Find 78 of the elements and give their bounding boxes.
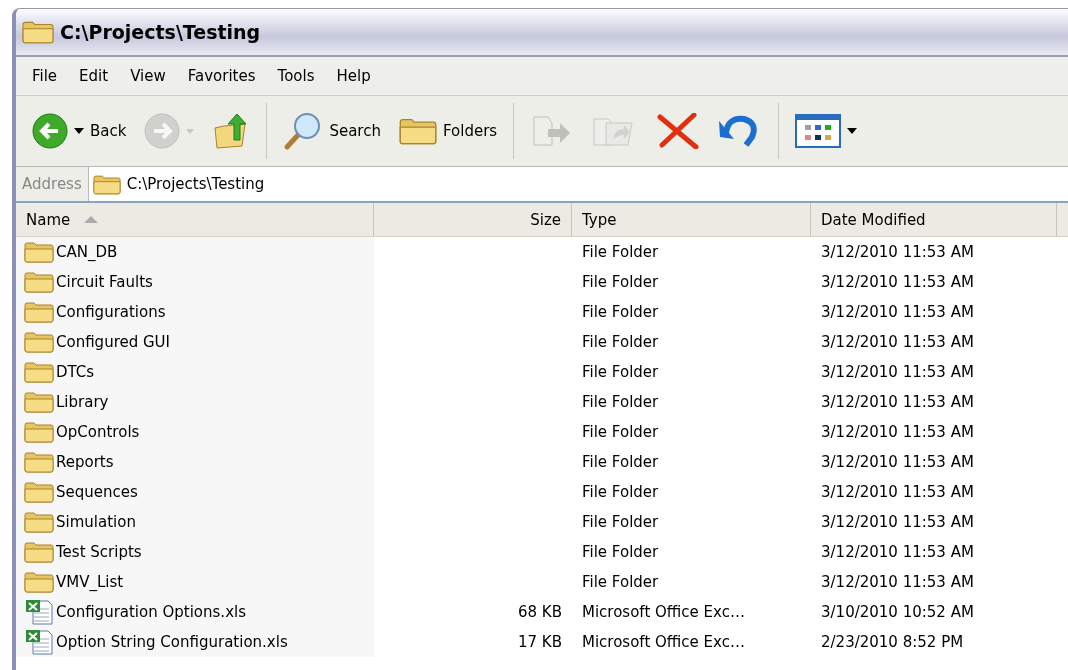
file-type: File Folder [582, 363, 659, 381]
folder-icon [24, 541, 54, 563]
file-name[interactable]: DTCs [56, 363, 95, 381]
folder-icon [92, 173, 121, 195]
file-type: File Folder [582, 573, 659, 591]
column-header[interactable]: Name [16, 203, 374, 236]
file-type: File Folder [582, 303, 659, 321]
folder-icon [24, 301, 54, 323]
file-name[interactable]: Test Scripts [56, 543, 142, 561]
folder-icon [22, 20, 54, 44]
date-modified: 3/12/2010 11:53 AM [821, 273, 974, 291]
file-size: 17 KB [518, 633, 562, 651]
file-type: File Folder [582, 393, 659, 411]
file-type: File Folder [582, 513, 659, 531]
date-modified: 3/12/2010 11:53 AM [821, 543, 974, 561]
menu-item[interactable]: Favorites [181, 67, 272, 85]
date-modified: 3/12/2010 11:53 AM [821, 573, 974, 591]
address-label: Address [21, 175, 83, 193]
file-name[interactable]: Sequences [56, 483, 138, 501]
menu-item[interactable]: Help [330, 67, 387, 85]
file-type: File Folder [582, 543, 659, 561]
file-name[interactable]: Reports [56, 453, 114, 471]
date-modified: 3/12/2010 11:53 AM [821, 333, 974, 351]
file-name[interactable]: OpControls [56, 423, 140, 441]
date-modified: 3/12/2010 11:53 AM [821, 393, 974, 411]
folders-button[interactable]: Folders [392, 111, 504, 151]
file-type: Microsoft Office Exc… [582, 633, 745, 651]
date-modified: 2/23/2010 8:52 PM [821, 633, 964, 651]
date-modified: 3/12/2010 11:53 AM [821, 363, 974, 381]
file-type: File Folder [582, 273, 659, 291]
file-name[interactable]: Library [56, 393, 109, 411]
caret-icon [847, 128, 858, 134]
caret-icon [74, 128, 84, 134]
folder-icon [24, 571, 54, 593]
column-header[interactable]: Date Modified [811, 203, 1057, 236]
menu-item[interactable]: File [26, 67, 74, 85]
menu-item[interactable]: View [124, 67, 182, 85]
views-icon [795, 113, 842, 149]
file-name[interactable]: Configured GUI [56, 333, 171, 351]
sort-arrow-icon [84, 216, 99, 223]
folder-icon [24, 241, 54, 263]
date-modified: 3/12/2010 11:53 AM [821, 303, 974, 321]
date-modified: 3/12/2010 11:53 AM [821, 483, 974, 501]
delete-icon [656, 113, 701, 149]
file-type: File Folder [582, 243, 659, 261]
file-name[interactable]: Circuit Faults [56, 273, 153, 291]
date-modified: 3/12/2010 11:53 AM [821, 453, 974, 471]
file-type: File Folder [582, 483, 659, 501]
date-modified: 3/12/2010 11:53 AM [821, 423, 974, 441]
file-name[interactable]: CAN_DB [56, 243, 118, 261]
file-type: File Folder [582, 333, 659, 351]
search-button[interactable]: Search [277, 107, 387, 155]
window-title: C:\Projects\Testing [60, 21, 261, 43]
file-type: File Folder [582, 423, 659, 441]
date-modified: 3/12/2010 11:53 AM [821, 243, 974, 261]
column-header[interactable]: Type [572, 203, 811, 236]
folder-icon [24, 361, 54, 383]
folder-icon [24, 421, 54, 443]
date-modified: 3/10/2010 10:52 AM [821, 603, 974, 621]
file-type: File Folder [582, 453, 659, 471]
folder-icon [24, 391, 54, 413]
caret-icon [186, 128, 195, 134]
column-header[interactable]: Size [374, 203, 572, 236]
folder-icon [24, 331, 54, 353]
folder-icon [24, 451, 54, 473]
folder-icon [24, 481, 54, 503]
folder-icon [24, 511, 54, 533]
file-name[interactable]: Configurations [56, 303, 166, 321]
folder-icon [24, 271, 54, 293]
file-name[interactable]: Simulation [56, 513, 136, 531]
file-name[interactable]: VMV_List [56, 573, 124, 591]
file-size: 68 KB [518, 603, 562, 621]
date-modified: 3/12/2010 11:53 AM [821, 513, 974, 531]
address-field[interactable]: C:\Projects\Testing [87, 167, 1068, 201]
menu-item[interactable]: Edit [73, 67, 125, 85]
back-button[interactable]: Back [26, 109, 133, 153]
menu-item[interactable]: Tools [271, 67, 331, 85]
file-type: Microsoft Office Exc… [582, 603, 745, 621]
